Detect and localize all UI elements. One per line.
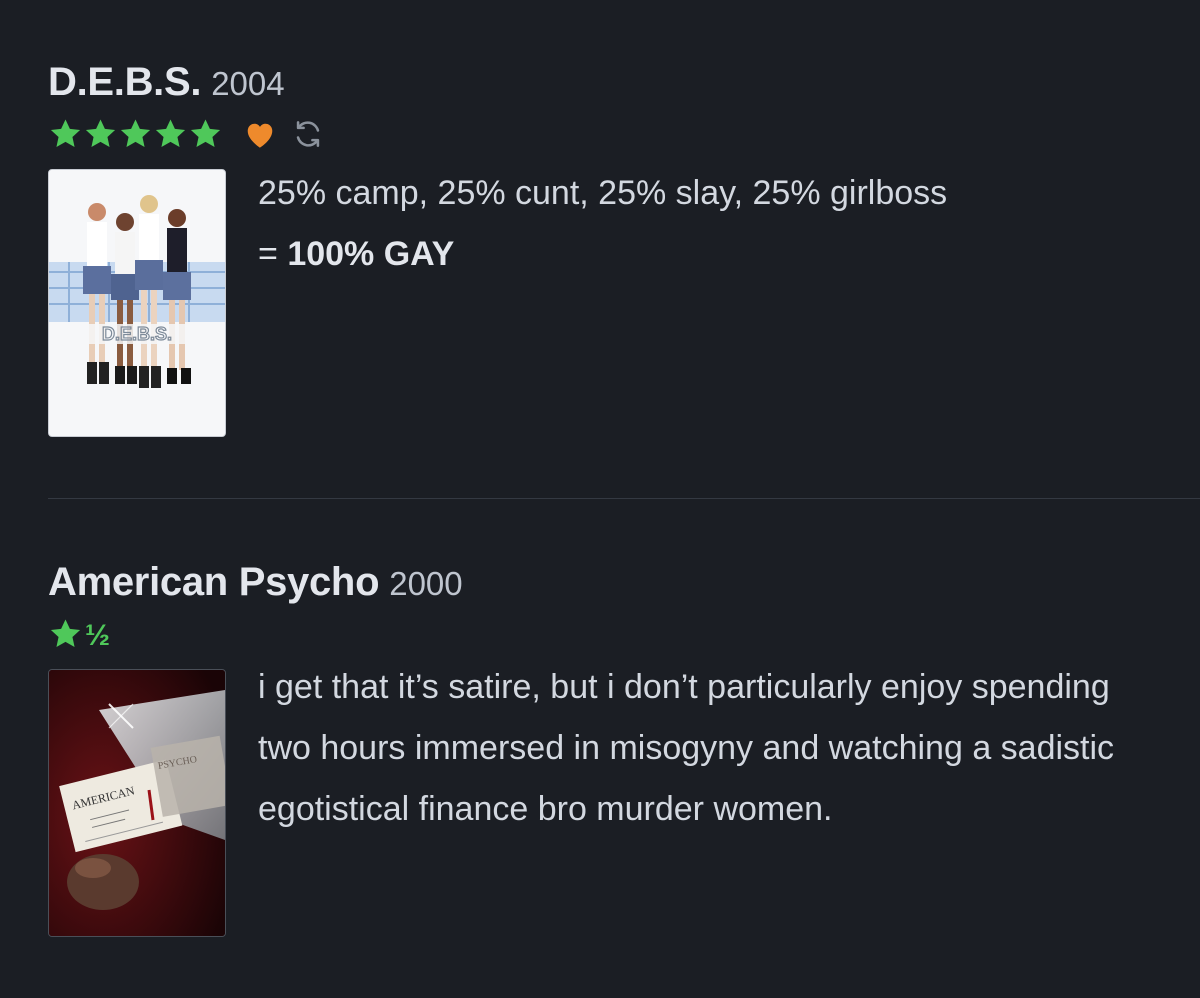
review-body: D.E.B.S. 25% camp, 25% cunt, 25% slay, 2… bbox=[48, 169, 1200, 437]
star-rating bbox=[48, 117, 223, 151]
star-icon bbox=[190, 119, 221, 148]
review-text: 25% camp, 25% cunt, 25% slay, 25% girlbo… bbox=[258, 163, 947, 285]
poster-art: D.E.B.S. bbox=[49, 170, 225, 436]
poster-art: AMERICAN PSYCHO bbox=[49, 670, 225, 936]
rating-line bbox=[48, 117, 1200, 151]
star-icon bbox=[155, 119, 186, 148]
heart-icon bbox=[247, 123, 273, 148]
review-american-psycho: American Psycho 2000 ½ AMERICAN PSYCHO i… bbox=[48, 560, 1200, 937]
film-title-line: American Psycho 2000 bbox=[48, 560, 1200, 605]
film-year[interactable]: 2004 bbox=[211, 65, 284, 103]
film-title-line: D.E.B.S. 2004 bbox=[48, 60, 1200, 105]
film-title[interactable]: American Psycho bbox=[48, 560, 380, 605]
star-icon bbox=[120, 119, 151, 148]
star-icon bbox=[85, 119, 116, 148]
poster-title: D.E.B.S. bbox=[102, 324, 172, 344]
rewatch-icon bbox=[296, 121, 320, 147]
film-title[interactable]: D.E.B.S. bbox=[48, 60, 201, 105]
star-rating: ½ bbox=[48, 617, 110, 651]
equals-sign: = bbox=[258, 235, 288, 273]
film-year[interactable]: 2000 bbox=[389, 565, 462, 603]
review-text-bold-line: = 100% GAY bbox=[258, 224, 947, 285]
review-text-bold: 100% GAY bbox=[287, 235, 455, 273]
star-icon bbox=[50, 619, 81, 648]
rating-line: ½ bbox=[48, 617, 1200, 651]
film-poster[interactable]: AMERICAN PSYCHO bbox=[48, 669, 226, 937]
star-icon bbox=[50, 119, 81, 148]
review-body: AMERICAN PSYCHO i get that it’s satire, … bbox=[48, 668, 1200, 937]
review-debs: D.E.B.S. 2004 D.E.B.S. 25% camp, 25% cun… bbox=[48, 60, 1200, 437]
film-poster[interactable]: D.E.B.S. bbox=[48, 169, 226, 437]
half-star: ½ bbox=[85, 618, 111, 652]
review-text-line: 25% camp, 25% cunt, 25% slay, 25% girlbo… bbox=[258, 174, 948, 212]
divider bbox=[48, 498, 1200, 499]
review-text: i get that it’s satire, but i don’t part… bbox=[258, 668, 1115, 828]
